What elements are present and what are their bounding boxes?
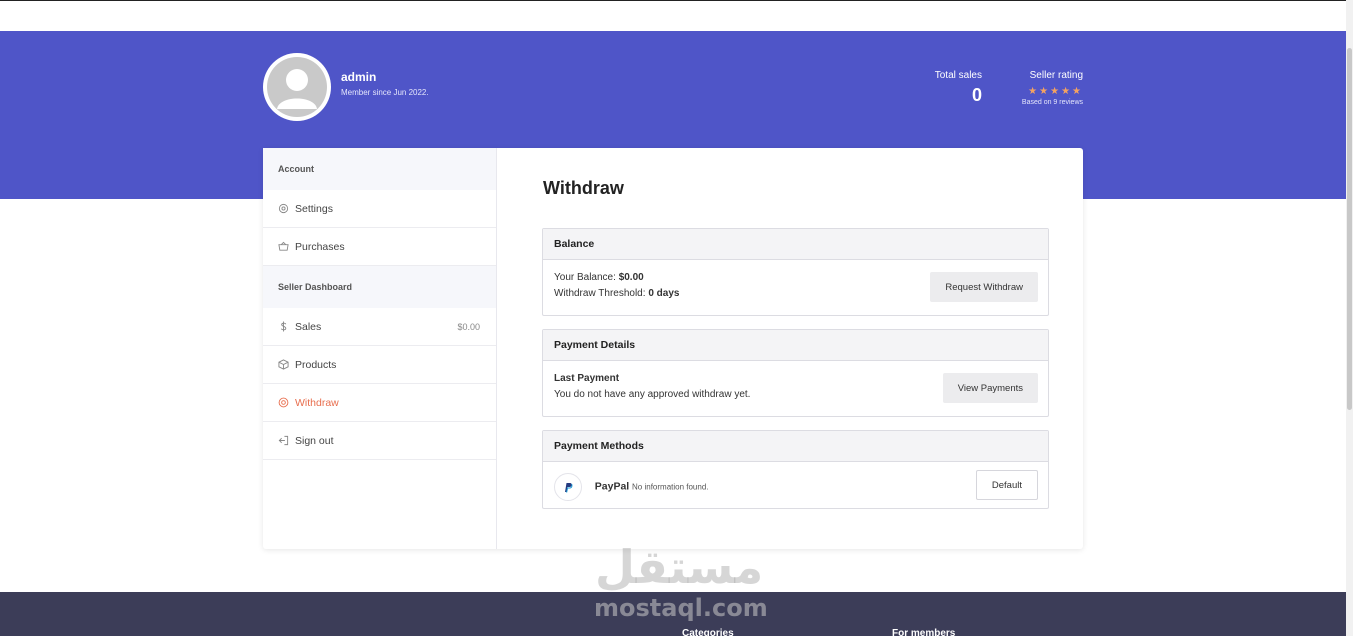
avatar[interactable]	[263, 53, 331, 121]
sidebar-item-settings[interactable]: Settings	[263, 190, 496, 228]
total-sales: Total sales 0	[900, 70, 982, 106]
dollar-icon	[278, 321, 289, 332]
sidebar-item-purchases[interactable]: Purchases	[263, 228, 496, 266]
paypal-icon	[554, 473, 582, 501]
member-since: Member since Jun 2022.	[341, 88, 429, 97]
box-icon	[278, 359, 289, 370]
sidebar-item-sales[interactable]: Sales $0.00	[263, 308, 496, 346]
balance-label: Your Balance:	[554, 272, 616, 283]
payment-details-body: Last Payment You do not have any approve…	[543, 361, 1048, 413]
top-bar	[0, 0, 1353, 30]
payment-details-panel: Payment Details Last Payment You do not …	[542, 329, 1049, 417]
sidebar-heading-seller: Seller Dashboard	[263, 266, 496, 308]
balance-body: Your Balance: $0.00 Withdraw Threshold: …	[543, 260, 1048, 312]
sidebar-item-withdraw[interactable]: Withdraw	[263, 384, 496, 422]
sidebar-item-products[interactable]: Products	[263, 346, 496, 384]
footer-categories[interactable]: Categories	[682, 628, 734, 639]
watermark-latin: mostaql.com	[594, 594, 768, 622]
user-avatar-icon	[267, 57, 327, 117]
payment-methods-heading: Payment Methods	[543, 431, 1048, 462]
footer-for-members[interactable]: For members	[892, 628, 955, 639]
sidebar-item-label: Withdraw	[295, 396, 339, 409]
sidebar-heading-account: Account	[263, 148, 496, 190]
rating-stars-icon: ★★★★★	[1028, 86, 1083, 97]
view-payments-button[interactable]: View Payments	[942, 373, 1038, 403]
watermark-arabic: مستقل	[595, 540, 764, 594]
sidebar-item-label: Settings	[295, 202, 333, 215]
sign-out-icon	[278, 435, 289, 446]
threshold-value: 0 days	[648, 288, 680, 299]
page-title: Withdraw	[543, 178, 624, 198]
balance-panel: Balance Your Balance: $0.00 Withdraw Thr…	[542, 228, 1049, 316]
seller-rating: Seller rating ★★★★★ Based on 9 reviews	[995, 70, 1083, 106]
basket-icon	[278, 241, 289, 252]
total-sales-value: 0	[971, 85, 982, 105]
payment-methods-body: PayPal No information found. Default	[543, 462, 1048, 511]
threshold-label: Withdraw Threshold:	[554, 288, 646, 299]
withdraw-icon	[278, 397, 289, 408]
sidebar-item-label: Sign out	[295, 434, 334, 447]
payment-method-info: No information found.	[632, 482, 709, 492]
sidebar-item-signout[interactable]: Sign out	[263, 422, 496, 460]
reviews-count: Based on 9 reviews	[1021, 99, 1083, 106]
balance-value: $0.00	[618, 272, 644, 283]
sidebar-item-label: Products	[295, 358, 337, 371]
total-sales-label: Total sales	[934, 70, 982, 81]
sales-amount: $0.00	[457, 321, 480, 332]
sidebar-item-label: Purchases	[295, 240, 345, 253]
balance-heading: Balance	[543, 229, 1048, 260]
payment-details-heading: Payment Details	[543, 330, 1048, 361]
payment-method-name: PayPal	[594, 480, 630, 493]
sidebar-item-label: Sales	[295, 320, 322, 333]
main-content: Withdraw Balance Your Balance: $0.00 Wit…	[497, 148, 1083, 549]
gear-icon	[278, 203, 289, 214]
sidebar: Account Settings Purchases Seller Dashbo…	[263, 148, 497, 549]
scrollbar[interactable]	[1346, 0, 1353, 636]
username: admin	[341, 70, 377, 84]
payment-methods-panel: Payment Methods PayPal No information fo…	[542, 430, 1049, 509]
request-withdraw-button[interactable]: Request Withdraw	[930, 272, 1038, 302]
scrollbar-thumb[interactable]	[1347, 48, 1352, 410]
default-button[interactable]: Default	[975, 470, 1038, 500]
dashboard-card: Account Settings Purchases Seller Dashbo…	[263, 148, 1083, 549]
seller-rating-label: Seller rating	[1029, 70, 1083, 81]
